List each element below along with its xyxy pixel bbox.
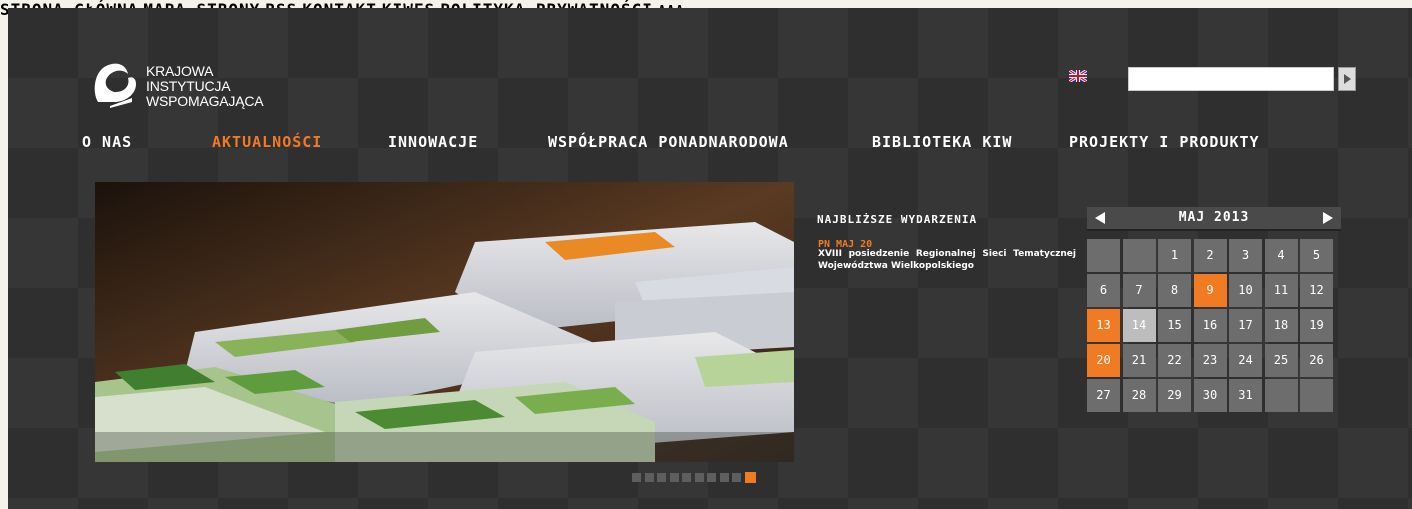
logo[interactable]: KRAJOWA INSTYTUCJA WSPOMAGAJĄCA bbox=[92, 58, 292, 118]
menu-projekty-i-produkty[interactable]: PROJEKTY I PRODUKTY bbox=[1069, 133, 1260, 151]
menu-biblioteka-kiw[interactable]: BIBLIOTEKA KIW bbox=[872, 133, 1012, 151]
calendar-day[interactable]: 11 bbox=[1264, 274, 1298, 307]
calendar-empty-cell bbox=[1300, 379, 1333, 412]
calendar-day[interactable]: 4 bbox=[1264, 239, 1298, 272]
calendar-day[interactable]: 20 bbox=[1087, 344, 1120, 377]
calendar-day[interactable]: 25 bbox=[1264, 344, 1298, 377]
calendar-day[interactable]: 23 bbox=[1193, 344, 1227, 377]
logo-line-1: KRAJOWA bbox=[146, 63, 214, 79]
slider-dot[interactable] bbox=[719, 473, 729, 482]
calendar-day[interactable]: 18 bbox=[1264, 309, 1298, 342]
slider-dot[interactable] bbox=[744, 472, 756, 483]
calendar-day[interactable]: 21 bbox=[1122, 344, 1156, 377]
slider-dot[interactable] bbox=[732, 473, 741, 482]
slider-dot[interactable] bbox=[657, 473, 666, 482]
menu-o-nas[interactable]: O NAS bbox=[82, 133, 132, 151]
slider-dot[interactable] bbox=[632, 473, 641, 482]
logo-mark-icon bbox=[94, 63, 136, 108]
calendar-day[interactable]: 1 bbox=[1158, 239, 1191, 272]
slider-pagination bbox=[632, 472, 759, 483]
calendar-day[interactable]: 28 bbox=[1122, 379, 1156, 412]
event-title-line-2[interactable]: Województwa Wielkopolskiego bbox=[818, 261, 974, 271]
search-input[interactable] bbox=[1128, 67, 1334, 91]
calendar-day[interactable]: 17 bbox=[1229, 309, 1262, 342]
calendar-day[interactable]: 27 bbox=[1087, 379, 1120, 412]
calendar-empty-cell bbox=[1264, 379, 1298, 412]
calendar-day[interactable]: 24 bbox=[1229, 344, 1262, 377]
slider-dot[interactable] bbox=[694, 473, 704, 482]
logo-line-2: INSTYTUCJA bbox=[146, 78, 231, 94]
calendar-day[interactable]: 8 bbox=[1158, 274, 1191, 307]
calendar-day[interactable]: 31 bbox=[1229, 379, 1262, 412]
calendar-day[interactable]: 16 bbox=[1193, 309, 1227, 342]
calendar-empty-cell bbox=[1087, 239, 1120, 272]
slider-dot[interactable] bbox=[669, 473, 679, 482]
calendar-day[interactable]: 13 bbox=[1087, 309, 1120, 342]
hero-photo bbox=[95, 182, 794, 462]
calendar-day[interactable]: 6 bbox=[1087, 274, 1120, 307]
logo-text: KRAJOWA INSTYTUCJA WSPOMAGAJĄCA bbox=[146, 63, 264, 109]
arrow-right-icon bbox=[1344, 74, 1351, 84]
calendar-day[interactable]: 12 bbox=[1300, 274, 1333, 307]
calendar-month-label: MAJ 2013 bbox=[1178, 210, 1250, 225]
menu-aktualnosci[interactable]: AKTUALNOŚCI bbox=[212, 133, 322, 151]
calendar-day[interactable]: 26 bbox=[1300, 344, 1333, 377]
calendar-day[interactable]: 5 bbox=[1300, 239, 1333, 272]
event-title-line-1[interactable]: XVIII posiedzenie Regionalnej Sieci Tema… bbox=[818, 249, 1076, 259]
calendar-day[interactable]: 29 bbox=[1158, 379, 1191, 412]
calendar-empty-cell bbox=[1122, 239, 1156, 272]
calendar-day[interactable]: 14 bbox=[1122, 309, 1156, 342]
slider-dot[interactable] bbox=[682, 473, 691, 482]
menu-wspolpraca-ponadnarodowa[interactable]: WSPÓŁPRACA PONADNARODOWA bbox=[548, 133, 789, 151]
hero-slide-image[interactable] bbox=[95, 182, 794, 462]
calendar-day[interactable]: 2 bbox=[1193, 239, 1227, 272]
events-heading: NAJBLIŻSZE WYDARZENIA bbox=[817, 213, 978, 226]
calendar-day[interactable]: 22 bbox=[1158, 344, 1191, 377]
search-button[interactable] bbox=[1338, 67, 1356, 91]
menu-innowacje[interactable]: INNOWACJE bbox=[388, 133, 478, 151]
calendar-day[interactable]: 9 bbox=[1193, 274, 1227, 307]
calendar-day[interactable]: 15 bbox=[1158, 309, 1191, 342]
next-month-arrow-icon[interactable] bbox=[1323, 212, 1333, 224]
calendar-day[interactable]: 3 bbox=[1229, 239, 1262, 272]
logo-line-3: WSPOMAGAJĄCA bbox=[146, 93, 264, 109]
calendar-day[interactable]: 30 bbox=[1193, 379, 1227, 412]
slider-dot[interactable] bbox=[644, 473, 654, 482]
calendar-day[interactable]: 19 bbox=[1300, 309, 1333, 342]
slider-dot[interactable] bbox=[707, 473, 716, 482]
calendar-day[interactable]: 7 bbox=[1122, 274, 1156, 307]
calendar-header: MAJ 2013 bbox=[1087, 207, 1341, 231]
calendar-day[interactable]: 10 bbox=[1229, 274, 1262, 307]
english-flag-icon[interactable] bbox=[1069, 70, 1087, 82]
